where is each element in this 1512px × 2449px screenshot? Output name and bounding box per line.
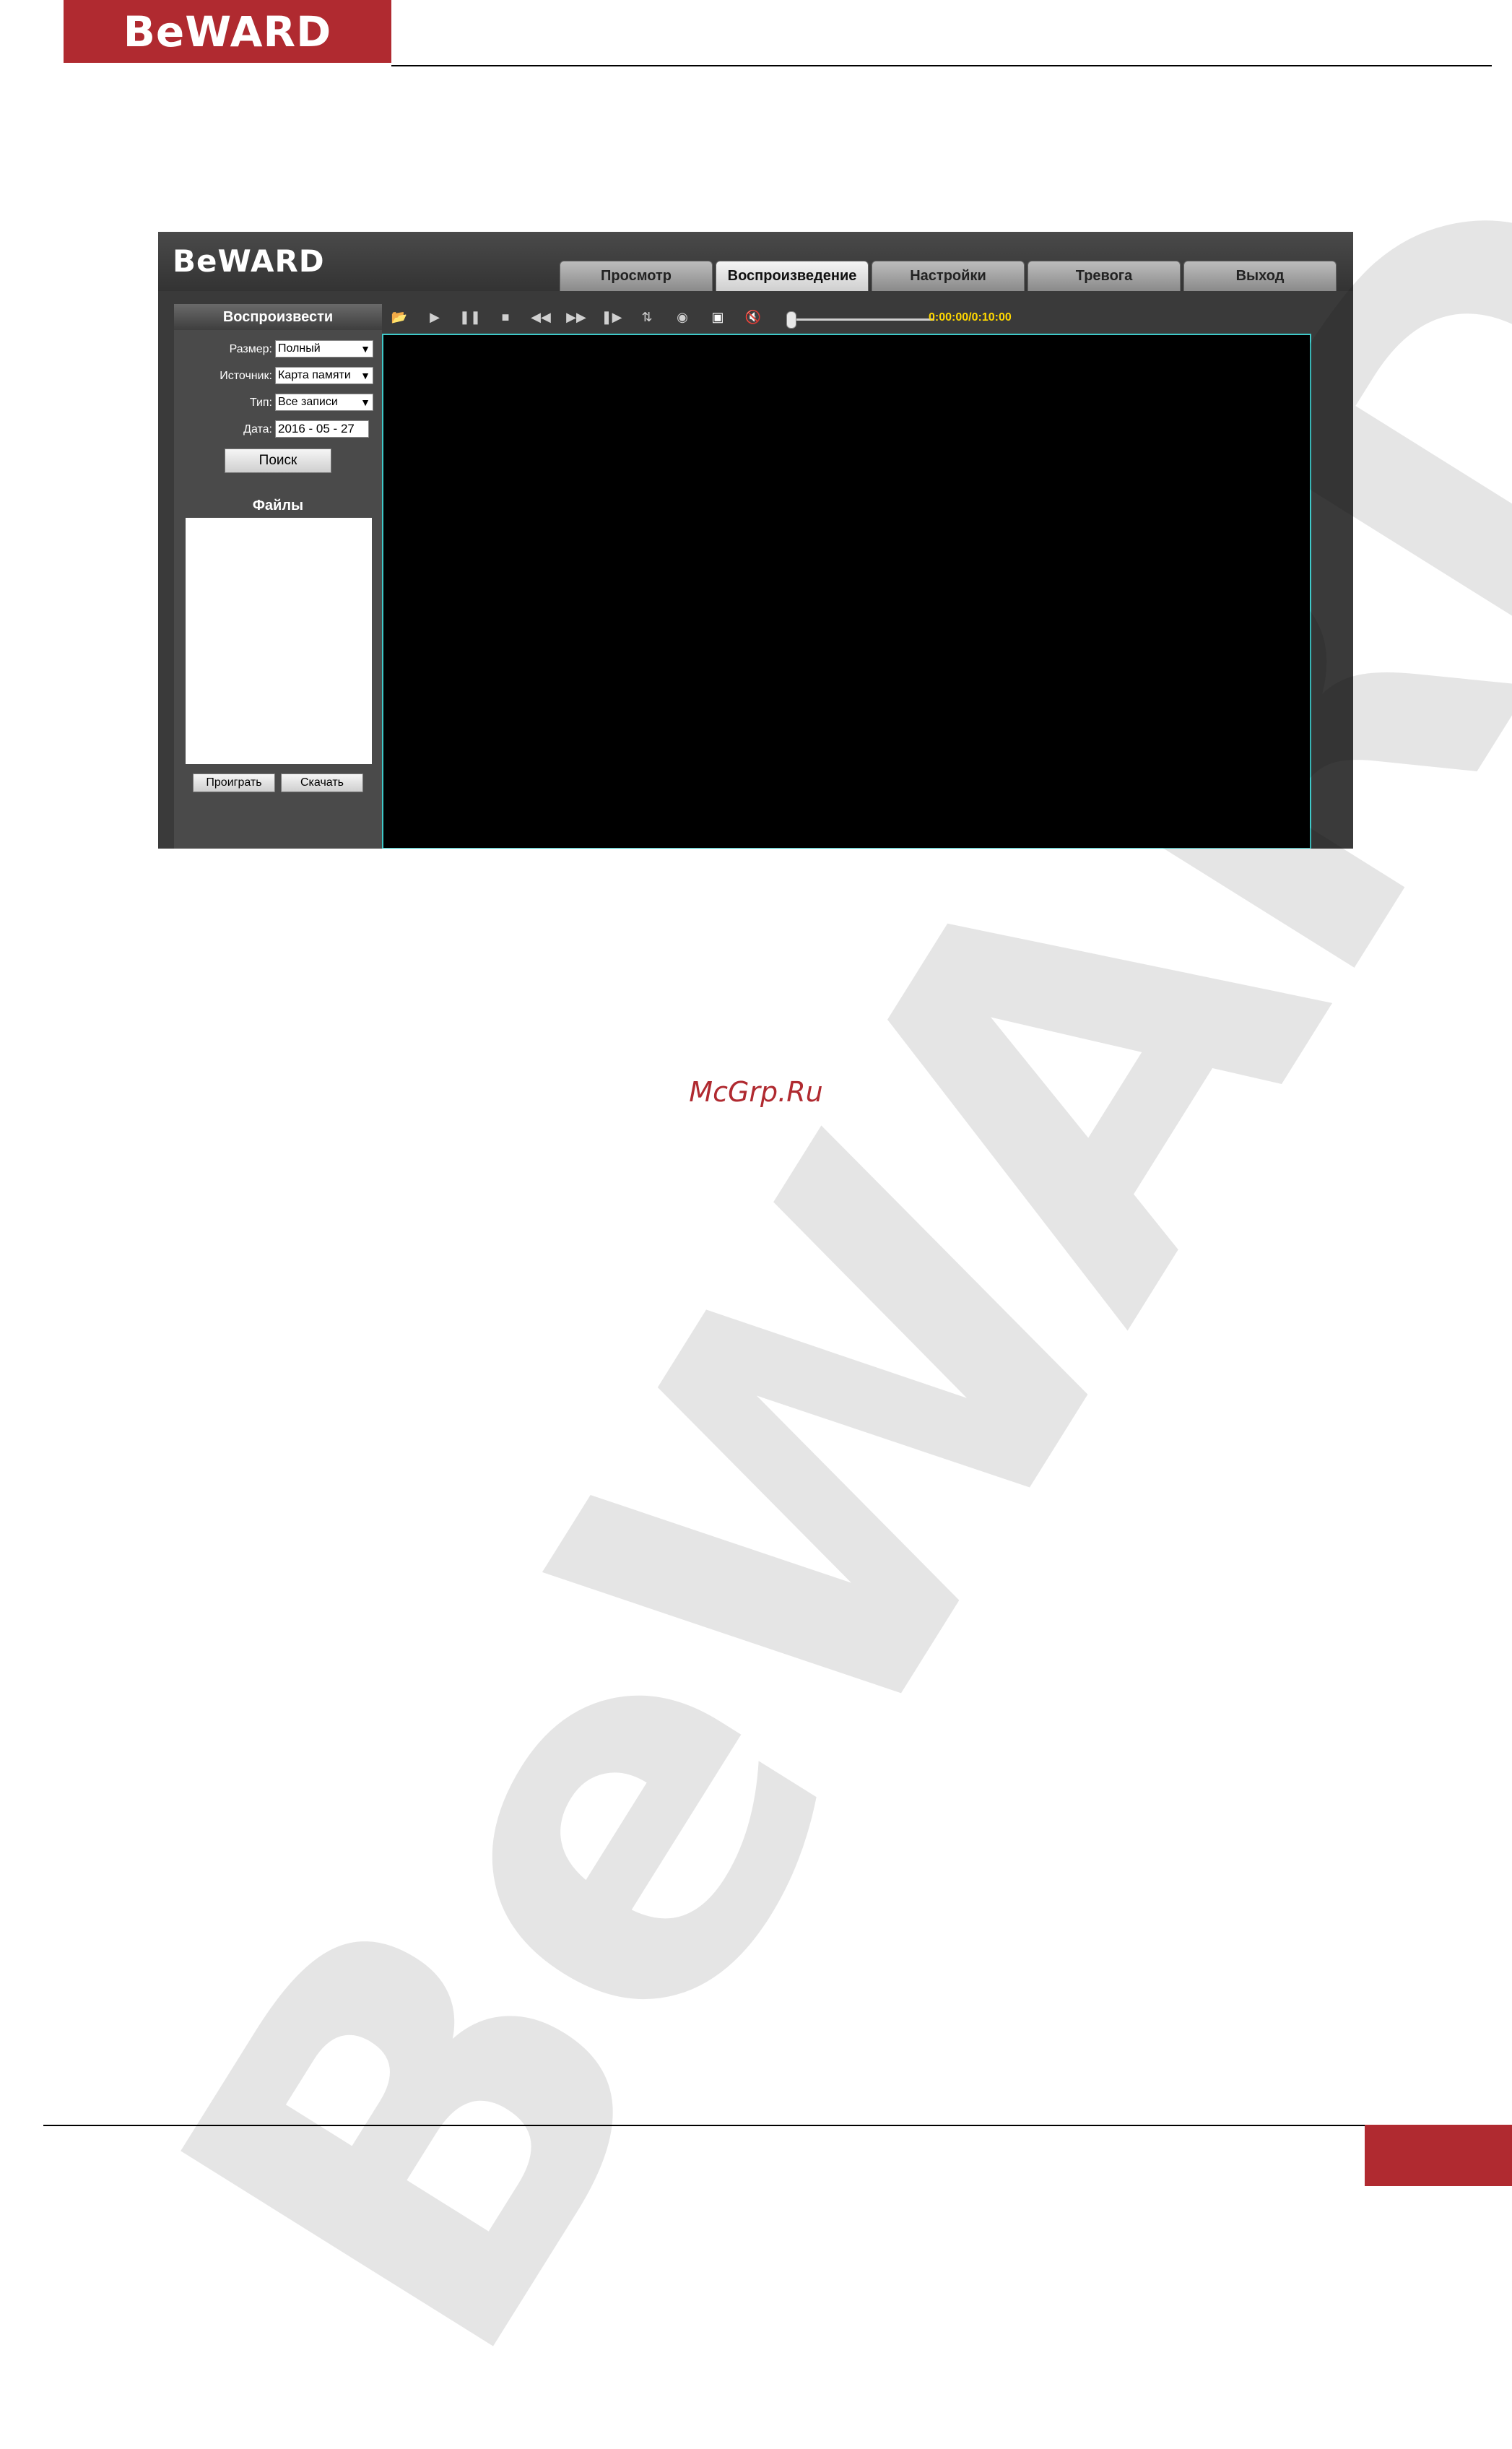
size-row: Размер: Полный ▼: [174, 340, 382, 360]
site-tag: McGrp.Ru: [689, 1076, 823, 1108]
fullscreen-icon[interactable]: ▣: [706, 307, 729, 327]
tab-playback[interactable]: Воспроизведение: [716, 261, 869, 291]
progress-track[interactable]: [794, 318, 934, 321]
footer-block: [1365, 2125, 1512, 2186]
brand-logo: BeWARD: [64, 0, 391, 63]
tab-alarm[interactable]: Тревога: [1027, 261, 1181, 291]
size-select[interactable]: Полный ▼: [275, 340, 373, 357]
mute-icon[interactable]: 🔇: [742, 307, 765, 327]
panel-title: Воспроизвести: [174, 304, 382, 330]
chevron-down-icon: ▼: [360, 343, 370, 355]
files-list[interactable]: [186, 518, 372, 764]
date-label: Дата:: [243, 423, 272, 435]
tab-logout[interactable]: Выход: [1183, 261, 1337, 291]
source-row: Источник: Карта памяти ▼: [174, 367, 382, 387]
fast-forward-icon[interactable]: ▶▶: [565, 307, 588, 327]
header-divider: [391, 65, 1492, 66]
video-area[interactable]: [382, 334, 1311, 849]
download-button[interactable]: Скачать: [281, 773, 363, 792]
tab-settings[interactable]: Настройки: [872, 261, 1025, 291]
type-select-value: Все записи: [278, 396, 338, 408]
size-select-value: Полный: [278, 342, 321, 355]
app-logo: BeWARD: [173, 243, 325, 279]
pause-icon[interactable]: ❚❚: [459, 307, 482, 327]
chevron-down-icon: ▼: [360, 396, 370, 408]
open-folder-icon[interactable]: 📂: [388, 307, 411, 327]
step-frame-icon[interactable]: ❚▶: [600, 307, 623, 327]
source-label: Источник:: [220, 370, 272, 382]
size-label: Размер:: [229, 343, 272, 355]
footer-divider: [43, 2125, 1512, 2126]
main-tabs: Просмотр Воспроизведение Настройки Трево…: [560, 261, 1339, 291]
play-icon[interactable]: ▶: [423, 307, 446, 327]
type-row: Тип: Все записи ▼: [174, 394, 382, 414]
snapshot-icon[interactable]: ◉: [671, 307, 694, 327]
source-select[interactable]: Карта памяти ▼: [275, 367, 373, 384]
progress-handle[interactable]: [786, 311, 796, 329]
play-file-button[interactable]: Проиграть: [193, 773, 275, 792]
type-label: Тип:: [249, 396, 272, 409]
tab-view[interactable]: Просмотр: [560, 261, 713, 291]
camera-web-interface: BeWARD Просмотр Воспроизведение Настройк…: [158, 232, 1353, 849]
type-select[interactable]: Все записи ▼: [275, 394, 373, 411]
date-input[interactable]: 2016 - 05 - 27: [275, 420, 369, 438]
search-button[interactable]: Поиск: [225, 448, 331, 473]
date-row: Дата: 2016 - 05 - 27: [174, 420, 382, 441]
loop-icon[interactable]: ⇅: [635, 307, 659, 327]
rewind-icon[interactable]: ◀◀: [529, 307, 552, 327]
watermark: BeWARD: [71, 84, 1512, 2449]
stop-icon[interactable]: ■: [494, 307, 517, 327]
playback-panel: Воспроизвести Размер: Полный ▼ Источник:…: [174, 304, 382, 849]
time-readout: 0:00:00/0:10:00: [929, 311, 1012, 324]
source-select-value: Карта памяти: [278, 369, 351, 381]
chevron-down-icon: ▼: [359, 368, 370, 383]
brand-logo-text: BeWARD: [123, 6, 332, 56]
files-title: Файлы: [252, 498, 304, 513]
